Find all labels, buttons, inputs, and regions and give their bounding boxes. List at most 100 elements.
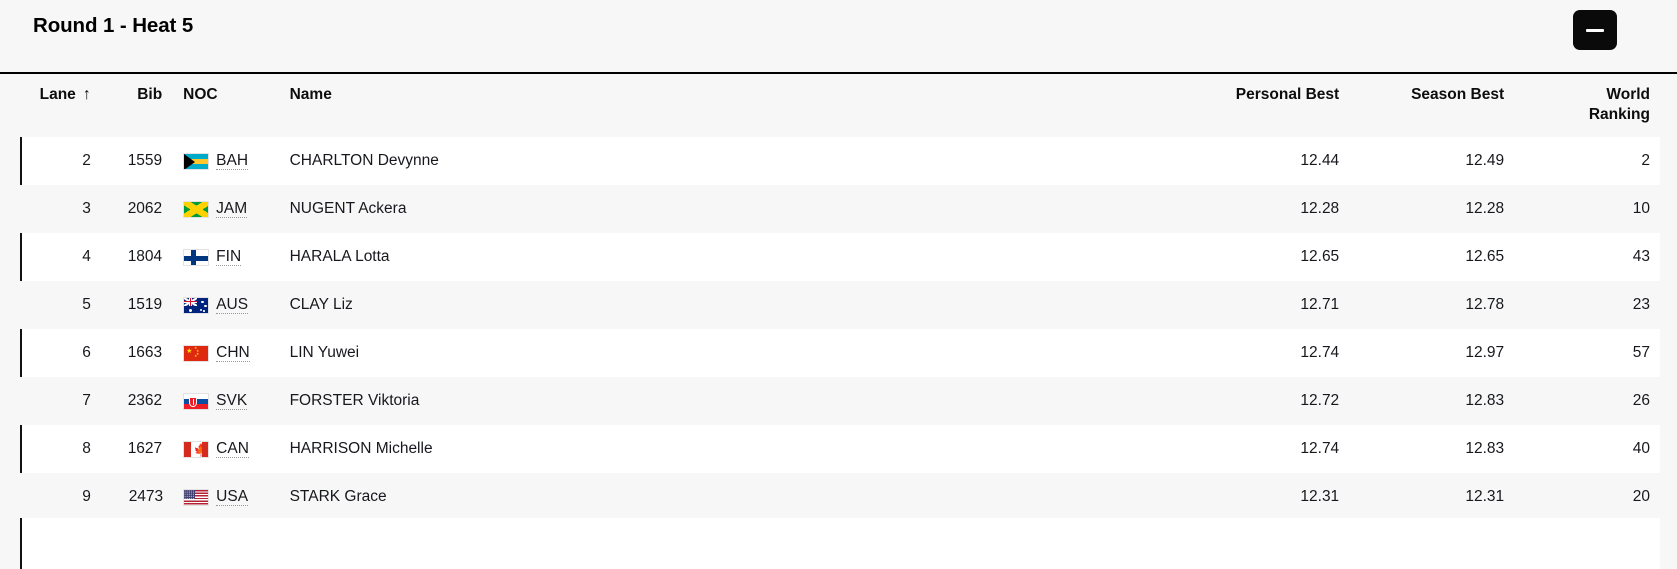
cell-bib: 2473	[100, 473, 174, 521]
cell-athlete-name[interactable]: HARRISON Michelle	[279, 425, 1147, 473]
noc-code: BAH	[216, 151, 249, 170]
table-header: Lane ↑ Bib NOC Name Personal Best Season …	[21, 74, 1660, 137]
results-table-container: Lane ↑ Bib NOC Name Personal Best Season …	[0, 72, 1677, 521]
results-panel: Round 1 - Heat 5 Lane ↑ Bib NOC Name Pers…	[0, 0, 1677, 569]
noc-code: AUS	[216, 295, 249, 314]
flag-jamaica-icon	[183, 200, 210, 218]
cell-bib: 1627	[100, 425, 174, 473]
column-header-bib[interactable]: Bib	[100, 74, 174, 137]
cell-athlete-name[interactable]: HARALA Lotta	[279, 233, 1147, 281]
cell-season-best: 12.31	[1349, 473, 1515, 521]
cell-athlete-name[interactable]: STARK Grace	[279, 473, 1147, 521]
cell-personal-best: 12.72	[1146, 377, 1350, 425]
table-row[interactable]: 3 2062 JAM NUGENT Ackera 12.28 12.28 10	[21, 185, 1660, 233]
cell-lane: 5	[21, 281, 101, 329]
flag-finland-icon	[183, 248, 210, 266]
flag-bahamas-icon	[183, 152, 210, 170]
cell-lane: 3	[21, 185, 101, 233]
cell-lane: 8	[20, 425, 101, 473]
cell-bib: 1804	[100, 233, 174, 281]
cell-personal-best: 12.74	[1146, 329, 1350, 377]
collapse-button[interactable]	[1573, 10, 1617, 50]
cell-noc: ★ ★ ★ ★ ★ CHN	[173, 329, 280, 377]
cell-lane: 9	[21, 473, 101, 521]
cell-noc: FIN	[173, 233, 280, 281]
column-header-world-ranking-line2: Ranking	[1588, 106, 1650, 123]
noc-code: SVK	[216, 391, 248, 410]
flag-usa-icon	[183, 488, 210, 506]
noc-code: USA	[216, 487, 249, 506]
cell-season-best: 12.28	[1349, 185, 1515, 233]
table-body: 2 1559 BAH CHARLTON Devynne 12.44 12.49 …	[20, 137, 1660, 521]
cell-world-ranking: 23	[1514, 281, 1660, 329]
cell-bib: 1559	[100, 137, 174, 185]
cell-season-best: 12.49	[1349, 137, 1515, 185]
cell-season-best: 12.83	[1349, 377, 1515, 425]
cell-athlete-name[interactable]: CLAY Liz	[279, 281, 1147, 329]
noc-code: JAM	[216, 199, 248, 218]
cell-world-ranking: 20	[1514, 473, 1660, 521]
flag-china-icon: ★ ★ ★ ★ ★	[183, 344, 210, 362]
cell-noc: 🍁 CAN	[173, 425, 280, 473]
column-header-season-best[interactable]: Season Best	[1349, 74, 1515, 137]
table-row[interactable]: 6 1663 ★ ★ ★ ★ ★ CHN LIN Yuwei 12.74 12.97 57	[20, 329, 1660, 377]
cell-season-best: 12.97	[1349, 329, 1515, 377]
cell-bib: 2062	[100, 185, 174, 233]
cell-personal-best: 12.31	[1146, 473, 1350, 521]
flag-canada-icon: 🍁	[183, 440, 210, 458]
column-header-noc[interactable]: NOC	[173, 74, 280, 137]
cell-lane: 2	[20, 137, 101, 185]
table-row[interactable]: 7 2362 SVK FORSTER Viktoria 12.72 12.83 …	[21, 377, 1660, 425]
cell-lane: 6	[20, 329, 101, 377]
table-row[interactable]: 4 1804 FIN HARALA Lotta 12.65 12.65 43	[20, 233, 1660, 281]
cell-world-ranking: 10	[1514, 185, 1660, 233]
cell-noc: AUS	[173, 281, 280, 329]
cell-world-ranking: 40	[1514, 425, 1660, 473]
noc-code: CAN	[216, 439, 249, 458]
cell-personal-best: 12.74	[1146, 425, 1350, 473]
cell-athlete-name[interactable]: LIN Yuwei	[279, 329, 1147, 377]
column-header-world-ranking[interactable]: World Ranking	[1514, 74, 1660, 137]
cell-athlete-name[interactable]: FORSTER Viktoria	[279, 377, 1147, 425]
cell-bib: 1663	[100, 329, 174, 377]
cell-athlete-name[interactable]: CHARLTON Devynne	[279, 137, 1147, 185]
cell-world-ranking: 2	[1514, 137, 1660, 185]
table-row[interactable]: 8 1627 🍁 CAN HARRISON Michelle 12.74 12.8…	[20, 425, 1660, 473]
results-table: Lane ↑ Bib NOC Name Personal Best Season …	[20, 74, 1660, 521]
cell-world-ranking: 43	[1514, 233, 1660, 281]
table-row[interactable]: 5 1519 AUS CLAY Liz 12.71 12.78 23	[21, 281, 1660, 329]
noc-code: CHN	[216, 343, 250, 362]
next-row-partial	[20, 518, 1660, 569]
cell-lane: 4	[20, 233, 101, 281]
cell-noc: BAH	[173, 137, 280, 185]
column-header-personal-best[interactable]: Personal Best	[1146, 74, 1350, 137]
column-header-lane[interactable]: Lane ↑	[21, 74, 101, 137]
cell-personal-best: 12.71	[1146, 281, 1350, 329]
cell-world-ranking: 26	[1514, 377, 1660, 425]
table-header-row: Lane ↑ Bib NOC Name Personal Best Season …	[21, 74, 1660, 137]
cell-bib: 2362	[100, 377, 174, 425]
cell-noc: USA	[173, 473, 280, 521]
sort-ascending-icon[interactable]: ↑	[83, 87, 91, 103]
noc-code: FIN	[216, 247, 242, 266]
minus-icon	[1586, 28, 1604, 32]
cell-lane: 7	[21, 377, 101, 425]
cell-athlete-name[interactable]: NUGENT Ackera	[279, 185, 1147, 233]
column-header-lane-label: Lane	[39, 86, 76, 103]
cell-season-best: 12.78	[1349, 281, 1515, 329]
column-header-name[interactable]: Name	[279, 74, 1147, 137]
cell-noc: JAM	[173, 185, 280, 233]
table-row[interactable]: 2 1559 BAH CHARLTON Devynne 12.44 12.49 …	[20, 137, 1660, 185]
column-header-world-ranking-line1: World	[1606, 86, 1650, 103]
panel-header: Round 1 - Heat 5	[0, 0, 1677, 72]
page-title: Round 1 - Heat 5	[33, 14, 194, 37]
flag-slovakia-icon	[183, 392, 210, 410]
cell-world-ranking: 57	[1514, 329, 1660, 377]
cell-personal-best: 12.28	[1146, 185, 1350, 233]
cell-season-best: 12.65	[1349, 233, 1515, 281]
flag-australia-icon	[183, 296, 210, 314]
cell-personal-best: 12.44	[1146, 137, 1350, 185]
cell-noc: SVK	[173, 377, 280, 425]
table-row[interactable]: 9 2473 USA STARK Grace 12.31 12.31 20	[21, 473, 1660, 521]
cell-personal-best: 12.65	[1146, 233, 1350, 281]
